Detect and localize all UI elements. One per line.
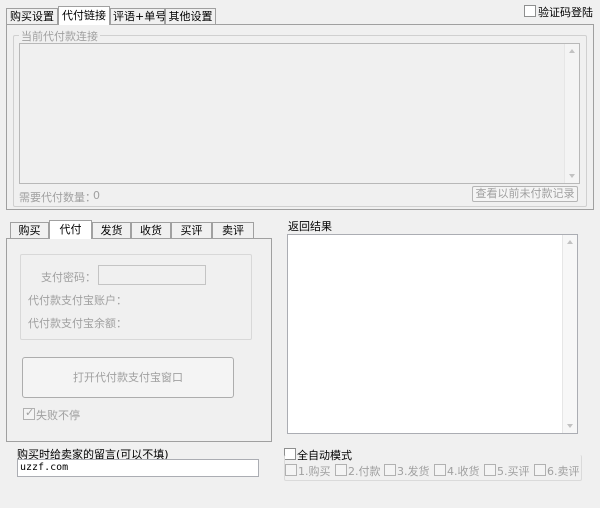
checkbox-box[interactable]: [534, 464, 546, 476]
scroll-up-arrow-icon[interactable]: [567, 240, 573, 244]
tab-label: 购买设置: [10, 10, 54, 23]
checkbox-box[interactable]: [285, 464, 297, 476]
message-input[interactable]: uzzf.com: [17, 459, 259, 477]
view-unpaid-button[interactable]: 查看以前未付款记录: [472, 186, 578, 202]
tab-label: 其他设置: [168, 10, 213, 23]
need-count-label: 需要代付数量：: [19, 191, 96, 204]
payment-link-panel: 当前代付款连接 需要代付数量： 0 查看以前未付款记录: [6, 24, 594, 210]
step-label: 1.购买: [298, 465, 331, 478]
step-label: 4.收货: [447, 465, 480, 478]
tab-buyer-review[interactable]: 买评: [171, 222, 212, 239]
alipay-balance-label: 代付款支付宝余额：: [28, 317, 127, 330]
step-buyer-review[interactable]: 5.买评: [484, 463, 532, 478]
tab-label: 收货: [140, 224, 162, 237]
captcha-login-checkbox[interactable]: 验证码登陆: [524, 4, 596, 19]
tab-label: 评语+单号: [113, 10, 167, 23]
result-label: 返回结果: [288, 220, 332, 233]
pay-password-label: 支付密码：: [41, 271, 96, 284]
tab-label: 买评: [180, 224, 203, 237]
step-ship[interactable]: 3.发货: [384, 463, 432, 478]
tab-label: 购买: [18, 224, 41, 237]
step-label: 6.卖评: [547, 465, 580, 478]
tab-label: 代付: [59, 223, 82, 236]
tab-label: 代付链接: [62, 9, 106, 22]
fail-continue-label: 失败不停: [36, 409, 80, 422]
step-seller-review[interactable]: 6.卖评: [534, 463, 582, 478]
scroll-down-arrow-icon[interactable]: [569, 174, 575, 178]
tab-label: 卖评: [222, 224, 244, 237]
captcha-login-label: 验证码登陆: [538, 6, 593, 19]
need-count-value: 0: [93, 189, 100, 202]
alipay-account-label: 代付款支付宝账户：: [28, 294, 127, 307]
current-link-group-label: 当前代付款连接: [19, 28, 100, 44]
step-label: 2.付款: [348, 465, 381, 478]
step-pay[interactable]: 2.付款: [335, 463, 383, 478]
result-scrollbar[interactable]: [562, 235, 577, 433]
tab-buy[interactable]: 购买: [10, 222, 49, 239]
tab-receive[interactable]: 收货: [131, 222, 171, 239]
view-unpaid-label: 查看以前未付款记录: [475, 187, 575, 200]
tab-purchase-settings[interactable]: 购买设置: [6, 8, 58, 25]
pay-password-input[interactable]: [98, 265, 206, 285]
tab-pay[interactable]: 代付: [49, 220, 92, 239]
checkbox-box[interactable]: [524, 5, 536, 17]
checkbox-box[interactable]: [384, 464, 396, 476]
open-alipay-button[interactable]: 打开代付款支付宝窗口: [22, 357, 234, 398]
step-label: 5.买评: [497, 465, 530, 478]
checkbox-box[interactable]: [335, 464, 347, 476]
tab-seller-review[interactable]: 卖评: [212, 222, 254, 239]
tab-label: 发货: [100, 224, 123, 237]
current-link-textarea[interactable]: [19, 43, 580, 184]
result-textarea[interactable]: [287, 234, 578, 434]
tab-comment-number[interactable]: 评语+单号: [110, 8, 167, 25]
scroll-down-arrow-icon[interactable]: [567, 424, 573, 428]
checkbox-box[interactable]: [484, 464, 496, 476]
open-alipay-label: 打开代付款支付宝窗口: [73, 371, 183, 384]
link-scrollbar[interactable]: [564, 44, 579, 183]
tab-other-settings[interactable]: 其他设置: [165, 8, 216, 25]
checkbox-box[interactable]: [434, 464, 446, 476]
checkbox-box[interactable]: ✓: [23, 406, 35, 420]
fail-continue-checkbox[interactable]: ✓ 失败不停: [23, 406, 93, 422]
step-buy[interactable]: 1.购买: [285, 463, 333, 478]
scroll-up-arrow-icon[interactable]: [569, 49, 575, 53]
checkmark-icon: ✓: [25, 406, 35, 419]
pay-panel: 支付密码： 代付款支付宝账户： 代付款支付宝余额： 打开代付款支付宝窗口 ✓ 失…: [6, 238, 272, 442]
tab-ship[interactable]: 发货: [92, 222, 131, 239]
step-receive[interactable]: 4.收货: [434, 463, 482, 478]
tab-payment-link[interactable]: 代付链接: [58, 6, 110, 25]
step-label: 3.发货: [397, 465, 430, 478]
